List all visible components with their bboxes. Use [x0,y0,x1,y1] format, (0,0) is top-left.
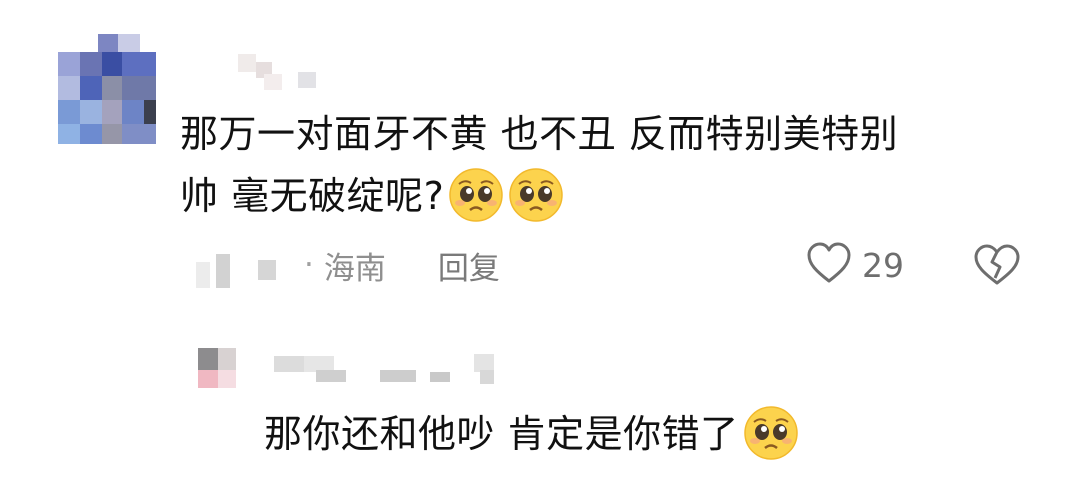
reply-text: 那你还和他吵 肯定是你错了 [264,412,739,456]
meta-separator: · [304,247,314,283]
broken-heart-outline-icon [972,244,1022,292]
reply-body: 那你还和他吵 肯定是你错了 [264,404,1044,464]
location-label: 海南 [323,250,386,287]
comment-line-1: 那万一对面牙不黄 也不丑 反而特别美特别 [180,112,899,156]
heart-outline-icon [806,241,852,289]
like-button[interactable]: 29 [806,240,904,290]
pleading-face-emoji-icon [448,167,504,223]
username-main-commenter[interactable] [236,52,320,94]
username-reply-commenter[interactable] [270,350,506,386]
comment-meta: · 海南 回复 [292,242,500,288]
pleading-face-emoji-icon [743,405,799,461]
comment-thread-screenshot: 那万一对面牙不黄 也不丑 反而特别美特别 帅 毫无破绽呢? · 海南 回复 29… [0,0,1074,486]
timestamp-blurred [196,250,292,290]
bottom-fade [0,466,1074,486]
reply-button[interactable]: 回复 [438,243,500,288]
comment-line-2: 帅 毫无破绽呢? [180,174,445,218]
avatar-main-commenter[interactable] [58,34,158,146]
like-count: 29 [862,245,904,285]
dislike-button[interactable] [972,242,1022,288]
avatar-reply-commenter[interactable] [196,330,242,390]
comment-body: 那万一对面牙不黄 也不丑 反而特别美特别 帅 毫无破绽呢? [180,103,1030,227]
pleading-face-emoji-icon [508,167,564,223]
